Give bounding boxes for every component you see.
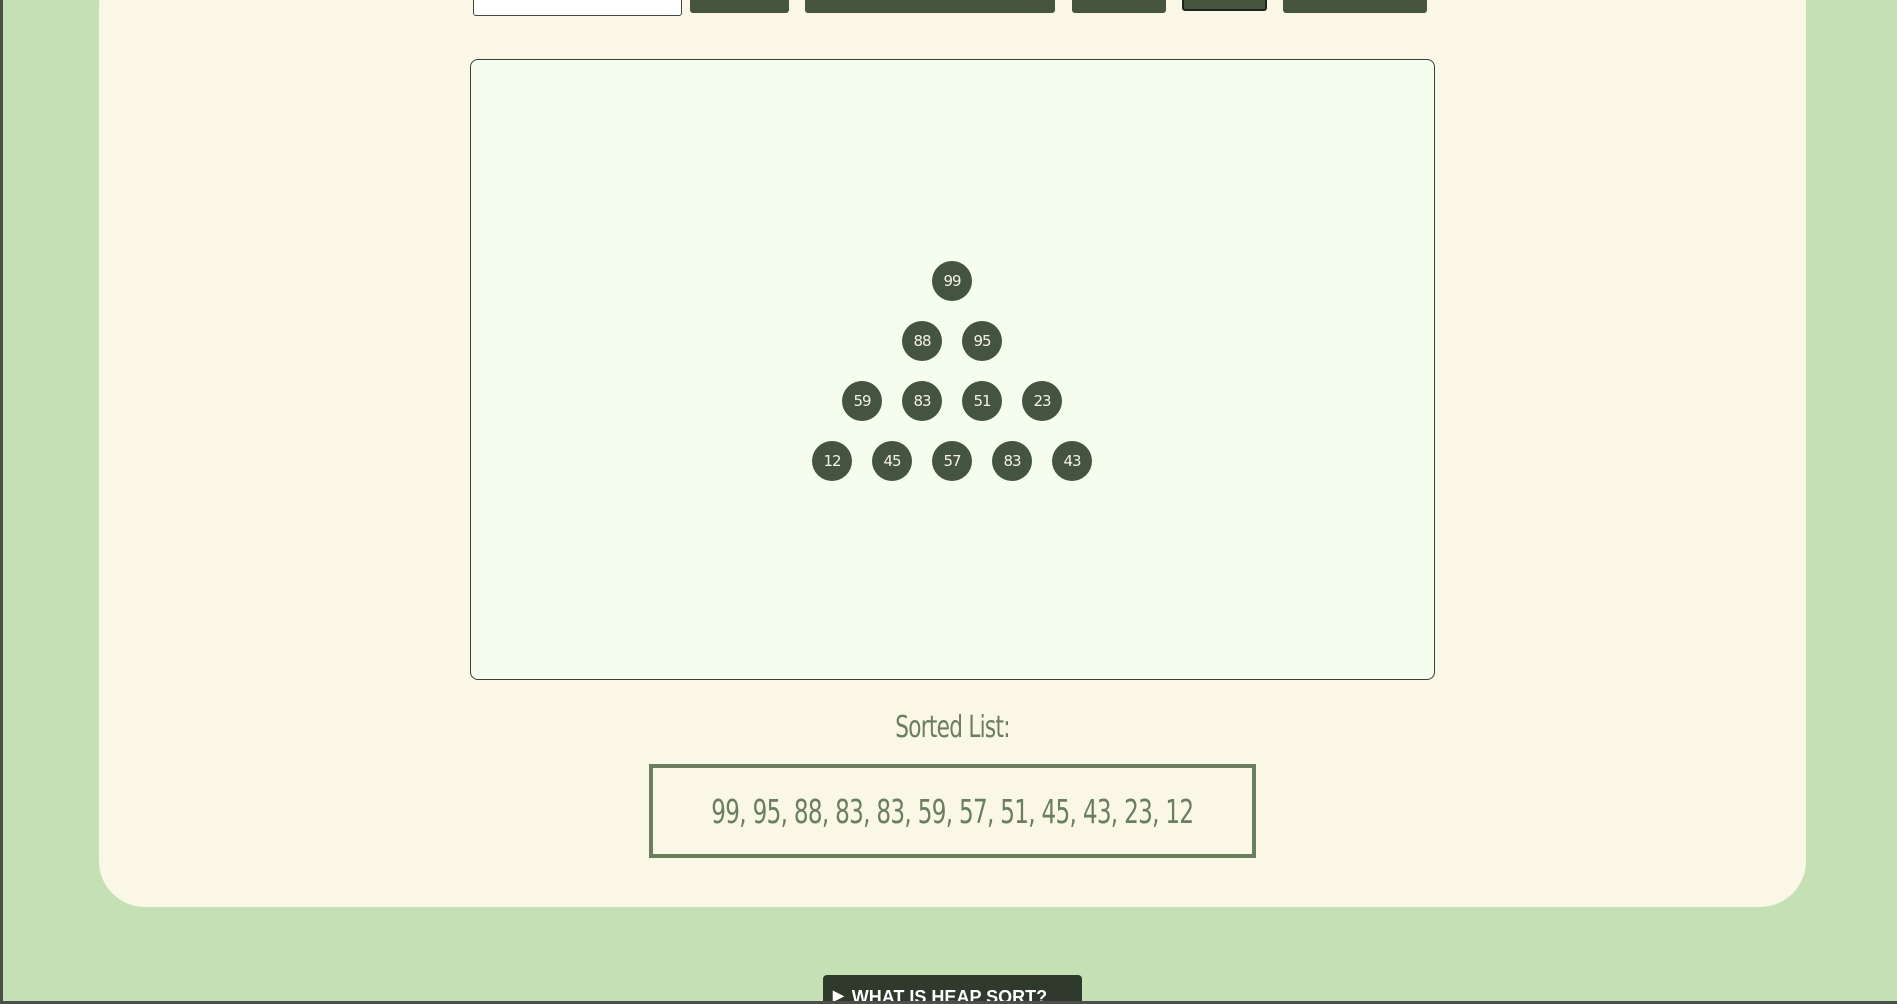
toolbar-button-5[interactable] [1283, 0, 1427, 13]
sorted-list-values: 99, 95, 88, 83, 83, 59, 57, 51, 45, 43, … [711, 791, 1194, 831]
toolbar-button-3[interactable] [1072, 0, 1166, 13]
toolbar-button-1[interactable] [690, 0, 789, 13]
sorted-list-box: 99, 95, 88, 83, 83, 59, 57, 51, 45, 43, … [649, 764, 1256, 858]
heap-node: 95 [962, 321, 1002, 361]
heap-visualization: 99 88 95 59 83 51 23 12 45 57 83 43 [470, 59, 1435, 680]
heap-node: 51 [962, 381, 1002, 421]
toolbar-button-2[interactable] [805, 0, 1055, 13]
array-input[interactable] [473, 0, 682, 16]
heap-node: 99 [932, 261, 972, 301]
heap-node: 57 [932, 441, 972, 481]
heap-node: 59 [842, 381, 882, 421]
heap-node: 23 [1022, 381, 1062, 421]
heap-node: 83 [992, 441, 1032, 481]
heap-node: 45 [872, 441, 912, 481]
page: 99 88 95 59 83 51 23 12 45 57 83 43 Sort… [0, 0, 1897, 1004]
heap-node: 88 [902, 321, 942, 361]
what-is-heap-sort-toggle[interactable]: ▶ WHAT IS HEAP SORT? [823, 975, 1082, 1004]
heap-node: 83 [902, 381, 942, 421]
heap-node: 12 [812, 441, 852, 481]
toolbar-button-4[interactable] [1182, 0, 1267, 11]
heap-node: 43 [1052, 441, 1092, 481]
window-left-border [0, 0, 3, 1004]
sorted-list-title: Sorted List: [895, 710, 1010, 745]
